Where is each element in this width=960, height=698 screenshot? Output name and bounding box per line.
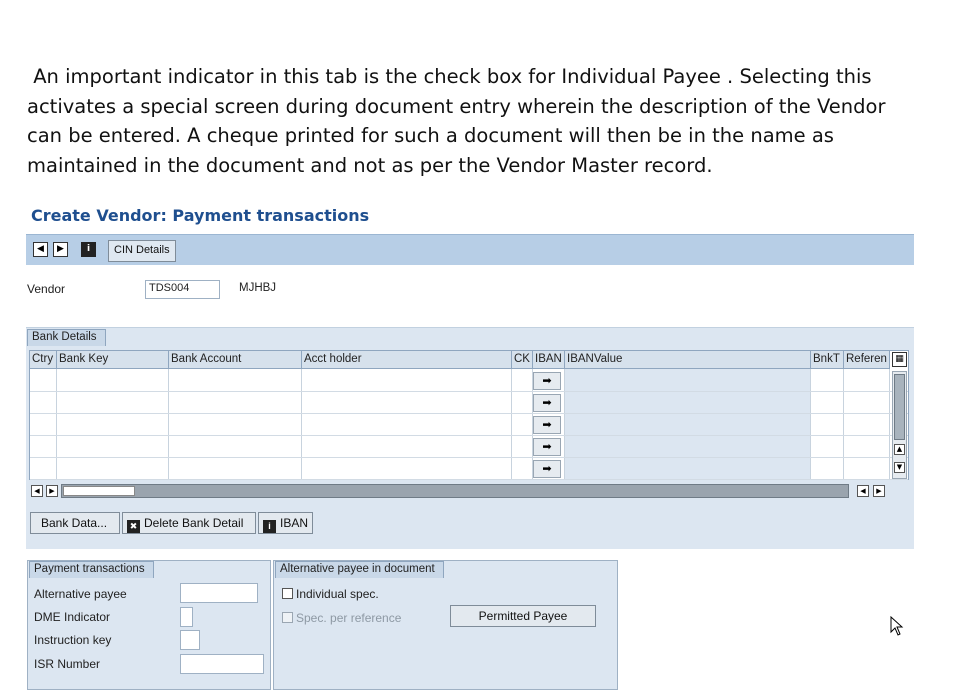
intro-line: activates a special screen during docume… [27, 94, 886, 118]
intro-line: can be entered. A cheque printed for suc… [27, 124, 834, 147]
iban-label: IBAN [280, 516, 309, 530]
payment-transactions-group: Payment transactions Alternative payee D… [27, 560, 271, 690]
scroll-right-icon[interactable]: ▶ [46, 485, 58, 497]
bank-details-tab: Bank Details [27, 329, 106, 346]
intro-line: An important indicator in this tab is th… [27, 65, 872, 88]
individual-spec-checkbox[interactable]: Individual spec. [282, 587, 379, 601]
column-header[interactable]: IBANValue [565, 351, 811, 369]
bank-data-button[interactable]: Bank Data... [30, 512, 120, 534]
alternative-payee-label: Alternative payee [34, 587, 127, 601]
column-header[interactable]: Referen [844, 351, 890, 369]
iban-arrow-button[interactable]: ➡ [533, 416, 561, 434]
horizontal-thumb[interactable] [63, 486, 135, 496]
individual-spec-label: Individual spec. [296, 587, 379, 601]
previous-screen-icon[interactable]: ◀ [33, 242, 48, 257]
scroll-left-end-icon[interactable]: ◀ [857, 485, 869, 497]
spec-per-reference-checkbox: Spec. per reference [282, 611, 401, 625]
alternative-payee-tab: Alternative payee in document [275, 561, 444, 578]
instruction-key-field[interactable] [180, 630, 200, 650]
isr-number-field[interactable] [180, 654, 264, 674]
vendor-id-field[interactable]: TDS004 [145, 280, 220, 299]
alternative-payee-group: Alternative payee in document Individual… [273, 560, 618, 690]
column-header[interactable]: BnkT [811, 351, 844, 369]
isr-number-label: ISR Number [34, 657, 101, 671]
dme-indicator-label: DME Indicator [34, 610, 111, 624]
column-header[interactable]: Ctry [30, 351, 57, 369]
spec-per-reference-label: Spec. per reference [296, 611, 402, 625]
column-header[interactable]: IBAN [533, 351, 565, 369]
scroll-up-icon[interactable]: ▲ [894, 444, 905, 455]
scroll-down-icon[interactable]: ▼ [894, 462, 905, 473]
scrollbar-thumb[interactable] [894, 374, 905, 440]
horizontal-scrollbar[interactable]: ◀ ▶ ◀ ▶ [31, 484, 889, 498]
page-title: Create Vendor: Payment transactions [31, 206, 370, 225]
cin-details-button[interactable]: CIN Details [108, 240, 176, 262]
instruction-key-label: Instruction key [34, 633, 112, 647]
column-header[interactable]: Bank Key [57, 351, 169, 369]
delete-icon: ✖ [127, 520, 140, 533]
iban-button[interactable]: i IBAN [258, 512, 313, 534]
column-settings-icon[interactable]: ▦ [892, 352, 907, 367]
delete-bank-detail-button[interactable]: ✖ Delete Bank Detail [122, 512, 256, 534]
next-screen-icon[interactable]: ▶ [53, 242, 68, 257]
iban-arrow-button[interactable]: ➡ [533, 372, 561, 390]
info-icon[interactable]: i [81, 242, 96, 257]
mouse-cursor-icon [890, 616, 904, 636]
horizontal-track[interactable] [61, 484, 849, 498]
column-header[interactable]: CK [512, 351, 533, 369]
toolbar: ◀ ▶ i CIN Details [26, 234, 914, 265]
bank-details-table: Ctry Bank Key Bank Account Acct holder C… [29, 350, 909, 480]
vendor-label: Vendor [27, 282, 66, 296]
permitted-payee-button[interactable]: Permitted Payee [450, 605, 596, 627]
intro-line: maintained in the document and not as pe… [27, 153, 713, 177]
iban-arrow-button[interactable]: ➡ [533, 438, 561, 456]
iban-arrow-button[interactable]: ➡ [533, 394, 561, 412]
scroll-left-icon[interactable]: ◀ [31, 485, 43, 497]
intro-text: An important indicator in this tab is th… [27, 62, 927, 180]
column-header[interactable]: Acct holder [302, 351, 512, 369]
vendor-name: MJHBJ [239, 282, 277, 294]
info-icon: i [263, 520, 276, 533]
iban-arrow-button[interactable]: ➡ [533, 460, 561, 478]
payment-transactions-tab: Payment transactions [29, 561, 154, 578]
scroll-right-end-icon[interactable]: ▶ [873, 485, 885, 497]
dme-indicator-field[interactable] [180, 607, 193, 627]
checkbox-icon [282, 612, 293, 623]
delete-bank-detail-label: Delete Bank Detail [144, 516, 244, 530]
column-header[interactable]: Bank Account [169, 351, 302, 369]
alternative-payee-field[interactable] [180, 583, 258, 603]
vertical-scrollbar[interactable]: ▲ ▼ [892, 371, 907, 479]
checkbox-icon[interactable] [282, 588, 293, 599]
